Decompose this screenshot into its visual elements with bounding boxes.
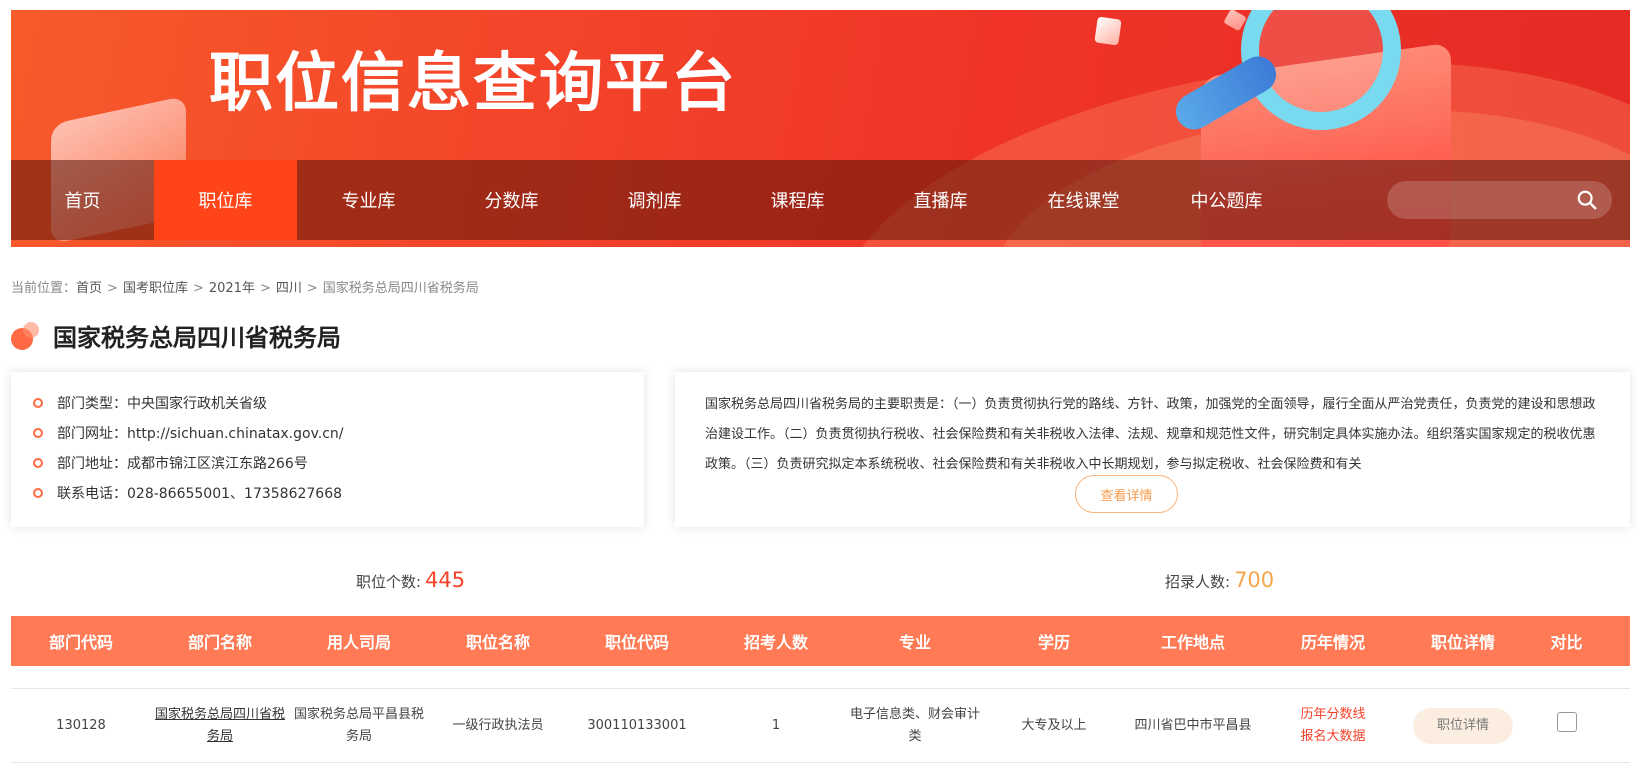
cell-recruit-count: 1 [771,717,781,733]
column-header: 专业 [898,633,931,652]
department-title: 国家税务总局四川省税务局 [53,324,341,352]
view-details-button[interactable]: 查看详情 [1075,475,1178,513]
banner: 职位信息查询平台 首页 职位库 专业库 分数库 调剂库 课程库 直播库 在线课堂… [11,10,1630,247]
bullet-ring-icon [33,488,43,498]
bullet-ring-icon [33,398,43,408]
column-header: 招考人数 [743,633,808,652]
cell-major: 电子信息类、财会审计类 [849,706,980,744]
department-description-card: 国家税务总局四川省税务局的主要职责是：（一）负责贯彻执行党的路线、方针、政策，加… [675,372,1630,527]
table-header: 部门代码 部门名称 用人司局 职位名称 职位代码 招考人数 专业 学历 工作地点… [11,616,1630,666]
breadcrumb-item-national-exam[interactable]: 国考职位库 [123,281,188,296]
breadcrumb-prefix: 当前位置： [11,281,77,296]
department-description: 国家税务总局四川省税务局的主要职责是：（一）负责贯彻执行党的路线、方针、政策，加… [705,397,1596,472]
info-dept-address: 部门地址：成都市锦江区滨江东路266号 [57,456,308,472]
breadcrumb-item-home[interactable]: 首页 [76,281,102,296]
column-header: 职位代码 [604,633,669,652]
nav-item-positions[interactable]: 职位库 [154,160,297,240]
positions-stat: 职位个数: 445 [356,568,465,592]
table-row: 130128 国家税务总局四川省税务局 国家税务总局平昌县税务局 一级行政执法员… [11,688,1630,763]
breadcrumb-separator: > [259,281,271,296]
breadcrumb-item-current: 国家税务总局四川省税务局 [322,281,479,296]
info-dept-phone: 联系电话：028-86655001、17358627668 [57,486,343,502]
history-scores-link[interactable]: 历年分数线 [1263,704,1403,726]
info-dept-type: 部门类型：中央国家行政机关省级 [57,396,267,412]
nav-item-home[interactable]: 首页 [11,160,154,240]
column-header: 学历 [1037,633,1070,652]
main-nav: 首页 职位库 专业库 分数库 调剂库 课程库 直播库 在线课堂 中公题库 [11,160,1630,240]
info-row-address: 部门地址：成都市锦江区滨江东路266号 [33,448,644,478]
cell-education: 大专及以上 [1021,717,1087,733]
cell-bureau: 国家税务总局平昌县税务局 [293,706,424,744]
recruits-label: 招录人数: [1165,573,1231,591]
cell-position-name: 一级行政执法员 [452,717,544,733]
nav-item-question-bank[interactable]: 中公题库 [1155,160,1298,240]
cell-position-code: 300110133001 [587,717,687,733]
department-info-card: 部门类型：中央国家行政机关省级 部门网址：http://sichuan.chin… [11,372,644,527]
column-header: 职位详情 [1430,633,1495,652]
small-cube-decoration [1094,16,1122,46]
title-dot-icon [11,321,39,350]
cell-compare [1523,711,1610,740]
recruits-value: 700 [1234,568,1275,592]
info-row-type: 部门类型：中央国家行政机关省级 [33,388,644,418]
column-header: 对比 [1550,633,1583,652]
banner-title: 职位信息查询平台 [209,47,737,121]
position-detail-button[interactable]: 职位详情 [1413,707,1513,744]
breadcrumb-separator: > [107,281,118,296]
nav-item-live[interactable]: 直播库 [869,160,1012,240]
breadcrumb-separator: > [192,281,204,296]
cell-history: 历年分数线 报名大数据 [1263,704,1403,748]
column-header: 部门代码 [48,633,113,652]
breadcrumb-item-province[interactable]: 四川 [276,281,302,296]
dept-name-link[interactable]: 国家税务总局四川省税务局 [155,707,285,744]
column-header: 用人司局 [326,633,391,652]
cell-detail: 职位详情 [1403,707,1523,744]
cell-dept-code: 130128 [56,717,106,733]
positions-label: 职位个数: [356,573,422,591]
breadcrumb-separator: > [306,281,318,296]
positions-value: 445 [425,568,466,592]
nav-item-courses[interactable]: 课程库 [726,160,869,240]
bullet-ring-icon [33,428,43,438]
search-icon[interactable] [1576,189,1598,211]
column-header: 职位名称 [465,633,530,652]
column-header: 历年情况 [1300,633,1365,652]
column-header: 工作地点 [1160,633,1225,652]
cell-dept-name[interactable]: 国家税务总局四川省税务局 [151,704,289,748]
info-row-phone: 联系电话：028-86655001、17358627668 [33,478,644,508]
info-dept-website[interactable]: 部门网址：http://sichuan.chinatax.gov.cn/ [57,423,344,443]
department-header: 国家税务总局四川省税务局 [11,318,341,353]
column-header: 部门名称 [187,633,252,652]
nav-item-majors[interactable]: 专业库 [297,160,440,240]
search-input[interactable] [1387,181,1612,219]
breadcrumb: 当前位置：首页 > 国考职位库 >2021年 > 四川 > 国家税务总局四川省税务局 [11,277,479,296]
cell-location: 四川省巴中市平昌县 [1134,717,1252,733]
nav-item-adjust[interactable]: 调剂库 [583,160,726,240]
info-row-website: 部门网址：http://sichuan.chinatax.gov.cn/ [33,418,644,448]
compare-checkbox[interactable] [1556,711,1577,732]
history-bigdata-link[interactable]: 报名大数据 [1263,726,1403,748]
nav-item-online-class[interactable]: 在线课堂 [1012,160,1155,240]
breadcrumb-item-year[interactable]: 2021年 [209,281,255,296]
nav-item-scores[interactable]: 分数库 [440,160,583,240]
recruits-stat: 招录人数: 700 [1165,568,1274,592]
bullet-ring-icon [33,458,43,468]
